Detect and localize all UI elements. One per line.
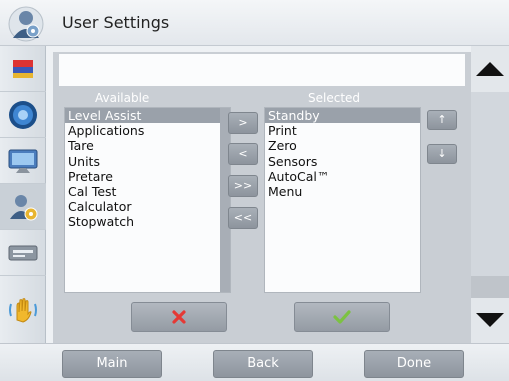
scroll-thumb[interactable] (471, 276, 509, 298)
available-list-item[interactable]: Stopwatch (65, 214, 230, 229)
help-hand-icon (9, 297, 37, 323)
green-check-icon (333, 310, 351, 324)
selected-list-item[interactable]: Print (265, 123, 420, 138)
remove-all-button[interactable]: << (228, 207, 258, 229)
available-list-item[interactable]: Tare (65, 138, 230, 153)
remove-button[interactable]: < (228, 143, 258, 165)
triangle-up-icon (476, 62, 504, 76)
user-settings-icon (10, 194, 38, 220)
sidebar-item-print[interactable] (0, 230, 46, 276)
page-scrollbar[interactable] (471, 46, 509, 343)
available-list-item[interactable]: Units (65, 154, 230, 169)
sidebar (0, 46, 46, 343)
bottom-nav: Main Back Done (0, 343, 509, 381)
selected-list-item[interactable]: AutoCal™ (265, 169, 420, 184)
move-up-button[interactable]: ↑ (427, 110, 457, 130)
flag-icon (13, 59, 33, 78)
sidebar-item-display[interactable] (0, 138, 46, 184)
user-settings-icon (8, 6, 44, 42)
available-list-item[interactable]: Applications (65, 123, 230, 138)
page-title: User Settings (62, 13, 170, 32)
sidebar-item-help[interactable] (0, 276, 46, 343)
available-list-scrollbar[interactable] (220, 108, 230, 292)
triangle-down-icon (476, 313, 504, 327)
monitor-icon (8, 149, 38, 173)
scroll-track[interactable] (471, 92, 509, 297)
available-heading: Available (95, 91, 150, 105)
sidebar-item-flag[interactable] (0, 46, 46, 92)
selected-list-item[interactable]: Sensors (265, 154, 420, 169)
red-x-icon (172, 310, 186, 324)
selected-list-item[interactable]: Menu (265, 184, 420, 199)
add-all-button[interactable]: >> (228, 175, 258, 197)
selected-list-item[interactable]: Zero (265, 138, 420, 153)
sidebar-item-user[interactable] (0, 184, 46, 230)
panel-header-area (59, 54, 465, 86)
settings-panel: Available Selected Level Assist Applicati… (53, 52, 471, 343)
add-button[interactable]: > (228, 112, 258, 134)
available-list-item[interactable]: Level Assist (65, 108, 230, 124)
level-bubble-icon (9, 100, 37, 129)
selected-list-item[interactable]: Standby (265, 108, 420, 124)
back-button[interactable]: Back (213, 350, 313, 378)
available-list-item[interactable]: Cal Test (65, 184, 230, 199)
available-list-item[interactable]: Pretare (65, 169, 230, 184)
sidebar-item-level[interactable] (0, 92, 46, 138)
scroll-down-arrow[interactable] (471, 297, 509, 343)
done-button[interactable]: Done (364, 350, 464, 378)
selected-list[interactable]: Standby Print Zero Sensors AutoCal™ Menu (264, 107, 421, 293)
available-list[interactable]: Level Assist Applications Tare Units Pretare… (64, 107, 231, 293)
main-button[interactable]: Main (62, 350, 162, 378)
title-bar: User Settings (0, 0, 509, 46)
cancel-button[interactable] (131, 302, 227, 332)
available-list-item[interactable]: Calculator (65, 199, 230, 214)
selected-heading: Selected (308, 91, 361, 105)
scroll-up-arrow[interactable] (471, 46, 509, 92)
accept-button[interactable] (294, 302, 390, 332)
printer-icon (8, 245, 38, 260)
move-down-button[interactable]: ↓ (427, 144, 457, 164)
